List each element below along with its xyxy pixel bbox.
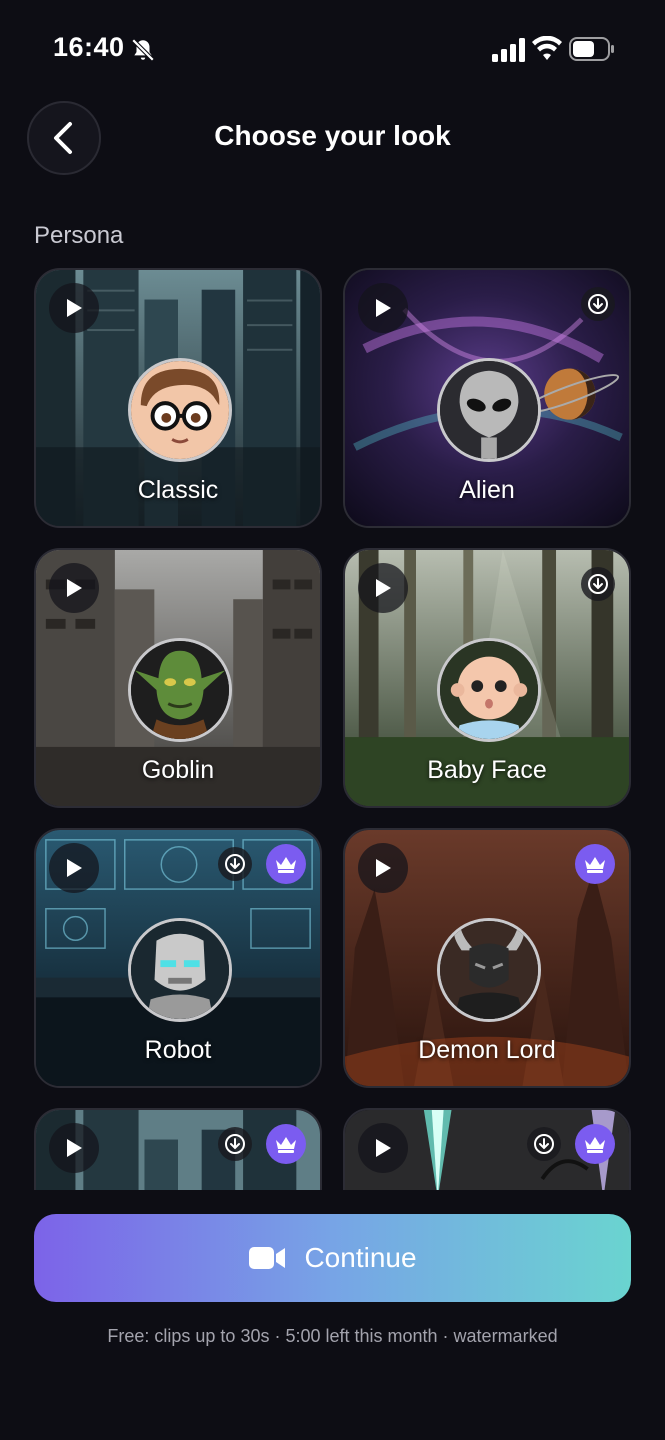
crown-icon: [276, 1137, 296, 1153]
persona-avatar: [437, 358, 541, 462]
crown-icon: [585, 1137, 605, 1153]
persona-card-partial[interactable]: [343, 1108, 631, 1190]
download-button[interactable]: [581, 287, 615, 321]
persona-name: Alien: [459, 476, 515, 504]
play-icon: [67, 579, 82, 597]
persona-avatar: [128, 918, 232, 1022]
download-icon: [588, 294, 608, 314]
download-button[interactable]: [218, 1127, 252, 1161]
wifi-icon: [532, 36, 562, 60]
status-bar: 16:40: [0, 0, 665, 100]
premium-badge: [575, 844, 615, 884]
play-icon: [376, 299, 391, 317]
download-button[interactable]: [527, 1127, 561, 1161]
battery-icon: [569, 37, 614, 61]
persona-card-partial[interactable]: [34, 1108, 322, 1190]
persona-card-goblin[interactable]: Goblin: [34, 548, 322, 808]
play-icon: [67, 1139, 82, 1157]
persona-card-demon-lord[interactable]: Demon Lord: [343, 828, 631, 1088]
persona-name: Robot: [144, 1036, 212, 1064]
bell-slash-icon: [131, 38, 155, 62]
download-icon: [534, 1134, 554, 1154]
persona-card-baby-face[interactable]: Baby Face: [343, 548, 631, 808]
persona-avatar: [437, 638, 541, 742]
persona-name: Demon Lord: [418, 1036, 556, 1064]
persona-avatar: [128, 358, 232, 462]
play-icon: [67, 299, 82, 317]
download-icon: [225, 854, 245, 874]
crown-icon: [276, 857, 296, 873]
download-button[interactable]: [218, 847, 252, 881]
persona-avatar: [437, 918, 541, 1022]
play-icon: [67, 859, 82, 877]
play-preview-button[interactable]: [358, 283, 408, 333]
persona-name: Baby Face: [427, 756, 547, 784]
persona-grid: Classic Alien Goblin Baby Face Robot Dem…: [0, 266, 665, 1190]
play-preview-button[interactable]: [358, 563, 408, 613]
persona-name: Classic: [137, 476, 219, 504]
continue-button[interactable]: Continue: [34, 1214, 631, 1302]
download-icon: [225, 1134, 245, 1154]
play-preview-button[interactable]: [49, 563, 99, 613]
persona-card-classic[interactable]: Classic: [34, 268, 322, 528]
plan-limit-note: Free: clips up to 30s · 5:00 left this m…: [107, 1326, 558, 1346]
continue-button-label: Continue: [304, 1242, 417, 1273]
premium-badge: [266, 844, 306, 884]
play-icon: [376, 1139, 391, 1157]
persona-card-alien[interactable]: Alien: [343, 268, 631, 528]
cellular-signal-icon: [492, 38, 525, 62]
play-preview-button[interactable]: [358, 843, 408, 893]
persona-name: Goblin: [141, 756, 215, 784]
persona-card-robot[interactable]: Robot: [34, 828, 322, 1088]
download-button[interactable]: [581, 567, 615, 601]
persona-avatar: [128, 638, 232, 742]
play-preview-button[interactable]: [49, 1123, 99, 1173]
play-preview-button[interactable]: [358, 1123, 408, 1173]
play-preview-button[interactable]: [49, 843, 99, 893]
crown-icon: [585, 857, 605, 873]
video-camera-icon: [249, 1247, 286, 1269]
premium-badge: [575, 1124, 615, 1164]
play-icon: [376, 859, 391, 877]
play-icon: [376, 579, 391, 597]
premium-badge: [266, 1124, 306, 1164]
play-preview-button[interactable]: [49, 283, 99, 333]
section-label-persona: Persona: [34, 222, 124, 249]
status-time: 16:40: [53, 32, 125, 62]
page-title: Choose your look: [214, 120, 451, 151]
download-icon: [588, 574, 608, 594]
